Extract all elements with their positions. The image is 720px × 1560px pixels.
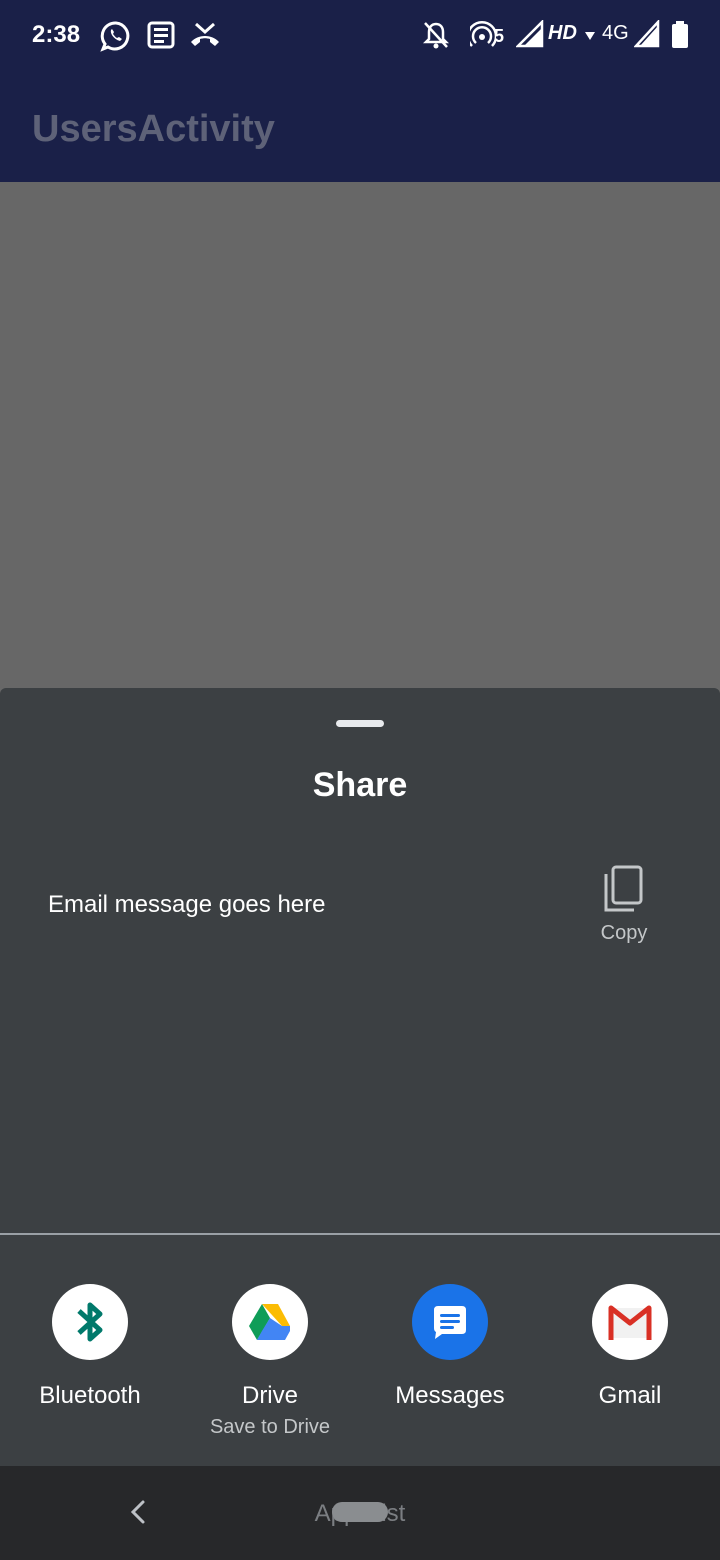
target-label: Bluetooth xyxy=(39,1382,141,1409)
drag-handle[interactable] xyxy=(336,720,384,727)
status-time: 2:38 xyxy=(32,21,81,48)
network-badge: 5 xyxy=(494,26,505,46)
hotspot-icon xyxy=(470,20,496,47)
share-target-gmail[interactable]: Gmail xyxy=(540,1284,720,1454)
data-arrow-icon xyxy=(585,32,595,40)
target-label: Drive xyxy=(241,1382,298,1409)
share-sheet: Share Email message goes here Copy Bluet… xyxy=(0,688,720,1466)
target-label: Gmail xyxy=(598,1382,662,1409)
copy-icon xyxy=(604,865,643,912)
home-pill[interactable] xyxy=(332,1502,388,1522)
notifications-off-icon xyxy=(422,22,450,49)
network-type: 4G xyxy=(602,22,629,44)
signal-icon xyxy=(516,20,544,48)
status-bar: 2:38 5 HD 4G xyxy=(0,0,720,70)
app-title: UsersActivity xyxy=(32,108,275,150)
whatsapp-icon xyxy=(100,21,130,52)
drive-icon xyxy=(232,1284,308,1360)
gmail-icon xyxy=(592,1284,668,1360)
signal-icon xyxy=(634,20,660,48)
share-targets: Bluetooth Drive Save to Drive Messages G… xyxy=(0,1284,720,1454)
copy-label: Copy xyxy=(600,922,648,944)
target-sublabel: Save to Drive xyxy=(209,1416,331,1438)
hd-label: HD xyxy=(548,22,577,44)
share-target-drive[interactable]: Drive Save to Drive xyxy=(180,1284,360,1454)
copy-button[interactable]: Copy xyxy=(580,860,668,950)
navigation-bar: Apps list xyxy=(0,1466,720,1560)
share-target-messages[interactable]: Messages xyxy=(360,1284,540,1454)
share-target-bluetooth[interactable]: Bluetooth xyxy=(0,1284,180,1454)
app-bar: UsersActivity xyxy=(0,70,720,182)
messages-icon xyxy=(412,1284,488,1360)
preview-text: Email message goes here xyxy=(48,891,326,918)
divider xyxy=(0,1233,720,1235)
battery-icon xyxy=(672,21,688,48)
missed-call-icon xyxy=(191,22,219,46)
content-scrim[interactable] xyxy=(0,182,720,688)
news-icon xyxy=(147,21,175,49)
target-label: Messages xyxy=(395,1382,505,1409)
bluetooth-icon xyxy=(52,1284,128,1360)
sheet-title: Share xyxy=(312,766,408,804)
